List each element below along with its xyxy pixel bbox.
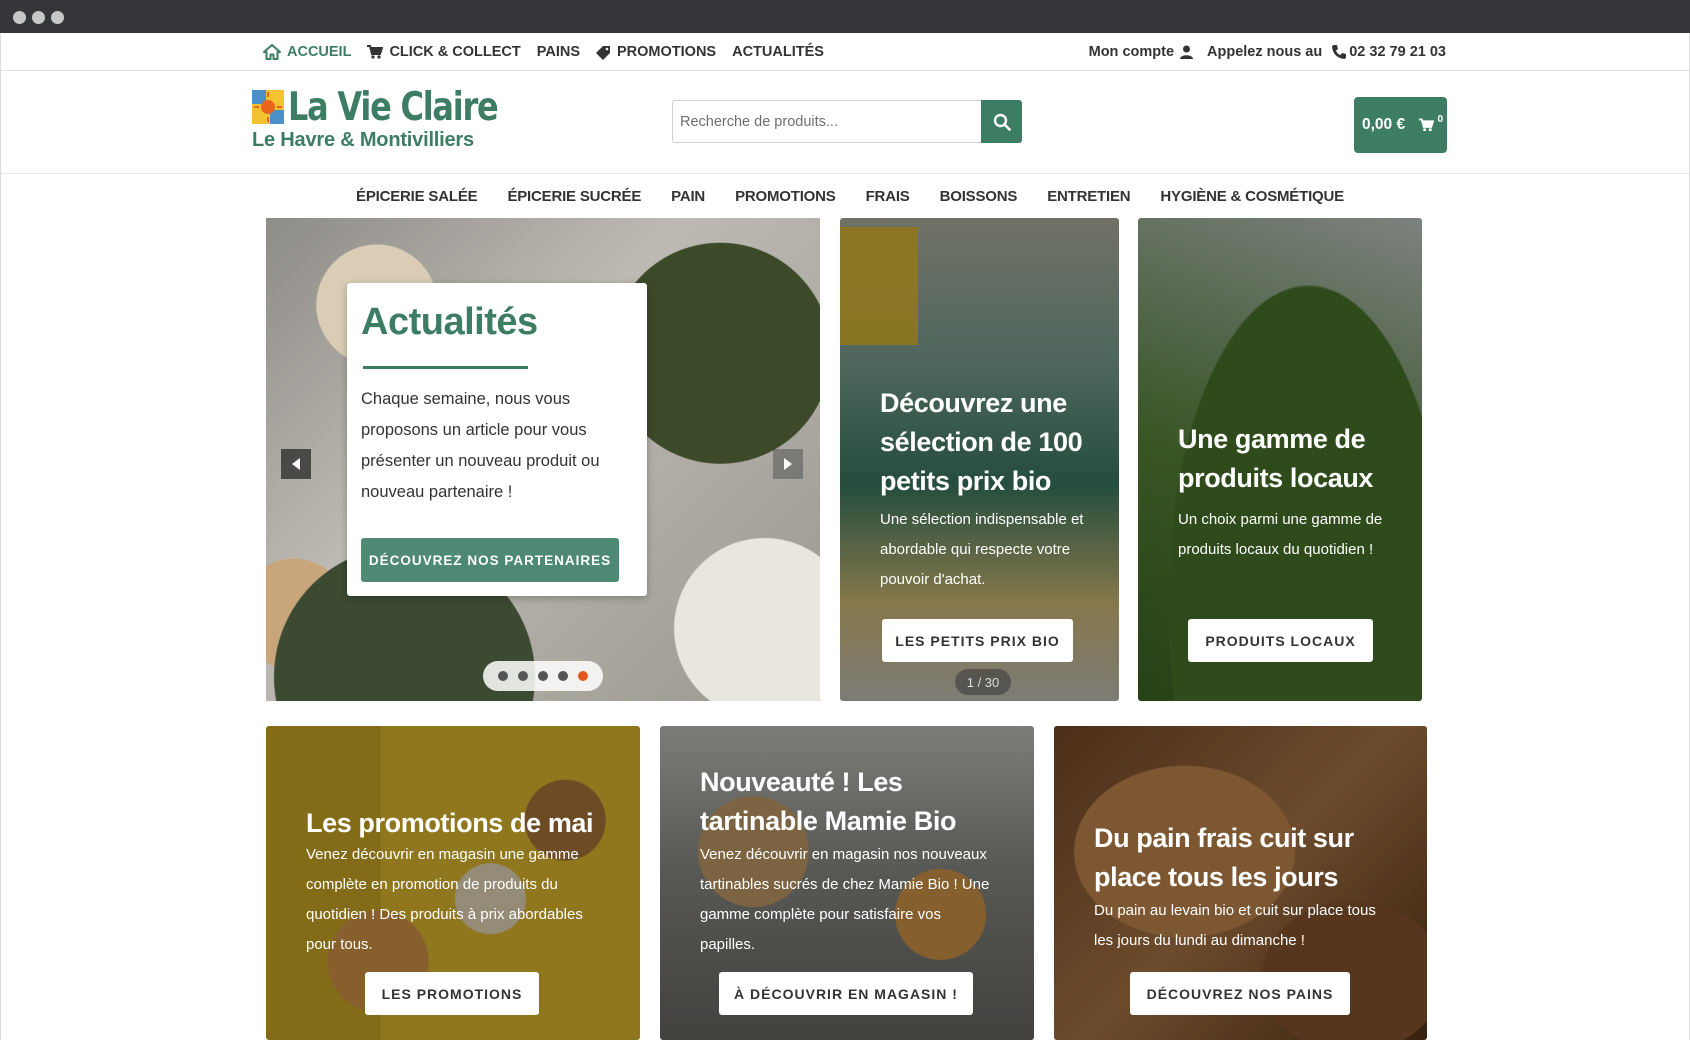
- user-icon: [1180, 45, 1194, 59]
- top-nav: ACCUEIL CLICK & COLLECT PAINS PROMOTIONS…: [263, 33, 824, 71]
- window-minimize-dot[interactable]: [32, 11, 45, 24]
- account-link[interactable]: Mon compte: [1088, 44, 1194, 60]
- pager-counter: 1 / 30: [955, 669, 1011, 695]
- promotions-button[interactable]: LES PROMOTIONS: [365, 972, 539, 1015]
- cart-icon: [367, 45, 384, 59]
- search-button[interactable]: [981, 100, 1022, 143]
- top-contact: Mon compte Appelez nous au 02 32 79 21 0…: [1089, 33, 1446, 71]
- partners-button[interactable]: DÉCOUVREZ NOS PARTENAIRES: [361, 538, 619, 582]
- category-hygiene-cosmetique[interactable]: HYGIÈNE & COSMÉTIQUE: [1160, 188, 1344, 205]
- card-title: Nouveauté ! Les tartinable Mamie Bio: [700, 767, 957, 836]
- category-boissons[interactable]: BOISSONS: [940, 188, 1018, 205]
- top-nav-home-label: ACCUEIL: [287, 44, 352, 60]
- card-produits-locaux[interactable]: Une gamme de produits locaux Un choix pa…: [1138, 218, 1422, 701]
- hero-panel: Actualités Chaque semaine, nous vous pro…: [347, 283, 647, 596]
- site-logo[interactable]: La Vie Claire Le Havre & Montivilliers: [252, 85, 499, 155]
- slider-dot[interactable]: [558, 671, 568, 681]
- category-pain[interactable]: PAIN: [671, 188, 705, 205]
- card-title: Les promotions de mai: [306, 808, 594, 838]
- slider-dots: [483, 661, 603, 691]
- slider-next-button[interactable]: [773, 449, 803, 479]
- hero-text: Chaque semaine, nous vous proposons un a…: [361, 390, 600, 501]
- card-text: Venez découvrir en magasin nos nouveaux …: [700, 846, 990, 953]
- home-icon: [263, 44, 281, 60]
- top-nav-actualites-label: ACTUALITÉS: [732, 44, 824, 60]
- top-bar: ACCUEIL CLICK & COLLECT PAINS PROMOTIONS…: [1, 33, 1689, 71]
- slider-prev-button[interactable]: [281, 449, 311, 479]
- card-mamie-bio[interactable]: Nouveauté ! Les tartinable Mamie Bio Ven…: [660, 726, 1034, 1040]
- category-entretien[interactable]: ENTRETIEN: [1047, 188, 1130, 205]
- category-epicerie-sucree[interactable]: ÉPICERIE SUCRÉE: [507, 188, 641, 205]
- card-title: Du pain frais cuit sur place tous les jo…: [1094, 823, 1354, 892]
- card-text: Une sélection indispensable et abordable…: [880, 511, 1084, 588]
- phone-icon: [1332, 45, 1347, 59]
- top-nav-home[interactable]: ACCUEIL: [263, 44, 351, 60]
- cart-count: 0: [1437, 114, 1443, 125]
- window-maximize-dot[interactable]: [51, 11, 64, 24]
- category-epicerie-salee[interactable]: ÉPICERIE SALÉE: [356, 188, 478, 205]
- top-nav-promotions-label: PROMOTIONS: [617, 44, 717, 60]
- card-pain-frais[interactable]: Du pain frais cuit sur place tous les jo…: [1054, 726, 1427, 1040]
- produits-locaux-button[interactable]: PRODUITS LOCAUX: [1188, 619, 1373, 662]
- card-petits-prix-bio[interactable]: Découvrez une sélection de 100 petits pr…: [840, 218, 1119, 701]
- category-frais[interactable]: FRAIS: [866, 188, 910, 205]
- slider-dot[interactable]: [538, 671, 548, 681]
- top-nav-pains-label: PAINS: [536, 44, 580, 60]
- card-text: Un choix parmi une gamme de produits loc…: [1178, 511, 1383, 558]
- top-nav-promotions[interactable]: PROMOTIONS: [596, 44, 716, 60]
- pains-button[interactable]: DÉCOUVREZ NOS PAINS: [1130, 972, 1350, 1015]
- category-promotions[interactable]: PROMOTIONS: [735, 188, 836, 205]
- call-label: Appelez nous au: [1207, 44, 1323, 60]
- caret-left-icon: [292, 458, 300, 470]
- caret-right-icon: [784, 458, 792, 470]
- petits-prix-bio-button[interactable]: LES PETITS PRIX BIO: [882, 619, 1073, 662]
- slider-dot[interactable]: [518, 671, 528, 681]
- cart-icon: [1419, 118, 1435, 132]
- category-nav: ÉPICERIE SALÉE ÉPICERIE SUCRÉE PAIN PROM…: [1, 174, 1689, 218]
- decouvrir-magasin-button[interactable]: À DÉCOUVRIR EN MAGASIN !: [719, 972, 973, 1015]
- hero-slider: Actualités Chaque semaine, nous vous pro…: [266, 218, 820, 701]
- phone-link[interactable]: 02 32 79 21 03: [1332, 44, 1446, 60]
- browser-titlebar: [0, 0, 1690, 33]
- cart-button[interactable]: 0,00 € 0: [1354, 97, 1447, 153]
- search-input[interactable]: [672, 100, 982, 143]
- window-close-dot[interactable]: [13, 11, 26, 24]
- sun-logo-icon: [252, 90, 284, 124]
- top-nav-click-collect[interactable]: CLICK & COLLECT: [367, 44, 521, 60]
- site-header: La Vie Claire Le Havre & Montivilliers 0…: [1, 71, 1689, 174]
- card-promotions-mai[interactable]: Les promotions de mai Venez découvrir en…: [266, 726, 640, 1040]
- phone-number: 02 32 79 21 03: [1349, 44, 1446, 60]
- slider-dot[interactable]: [498, 671, 508, 681]
- top-nav-actualites[interactable]: ACTUALITÉS: [732, 44, 824, 60]
- account-label: Mon compte: [1088, 44, 1175, 60]
- cart-total: 0,00 €: [1362, 116, 1406, 133]
- hero-divider: [363, 366, 528, 369]
- page: ACCUEIL CLICK & COLLECT PAINS PROMOTIONS…: [0, 33, 1690, 1040]
- card-title: Découvrez une sélection de 100 petits pr…: [880, 388, 1083, 496]
- brand-name: La Vie Claire: [288, 85, 499, 130]
- card-text: Du pain au levain bio et cuit sur place …: [1094, 902, 1376, 949]
- brand-subtitle: Le Havre & Montivilliers: [252, 129, 474, 151]
- tag-icon: [596, 45, 610, 60]
- slider-dot-active[interactable]: [578, 671, 588, 681]
- top-nav-click-collect-label: CLICK & COLLECT: [389, 44, 521, 60]
- card-text: Venez découvrir en magasin une gamme com…: [306, 846, 583, 953]
- search-icon: [993, 113, 1011, 131]
- hero-title: Actualités: [361, 301, 538, 343]
- top-nav-pains[interactable]: PAINS: [537, 44, 580, 60]
- card-title: Une gamme de produits locaux: [1178, 424, 1374, 493]
